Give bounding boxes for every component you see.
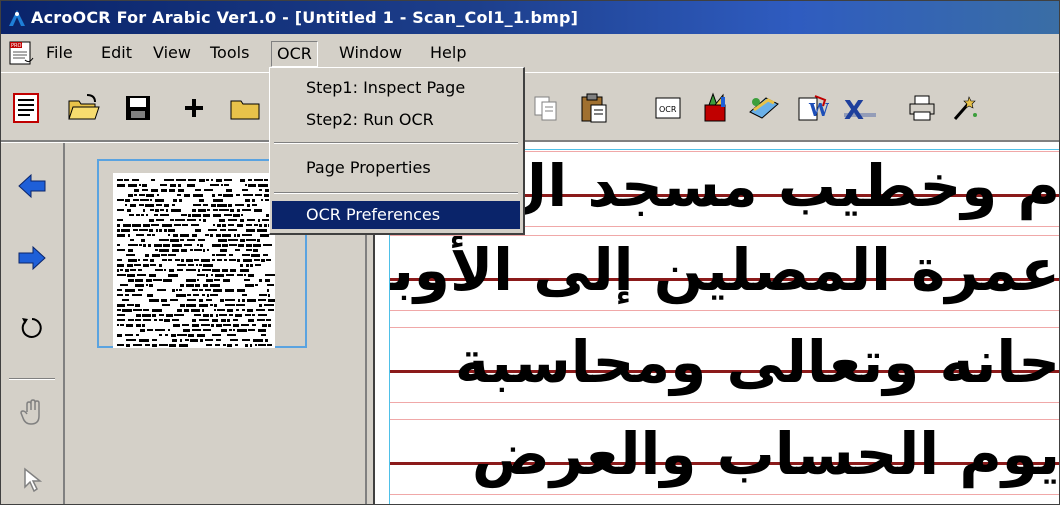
paint-button[interactable] <box>697 89 735 127</box>
add-button[interactable] <box>175 89 213 127</box>
menu-item-run-ocr[interactable]: Step2: Run OCR <box>272 106 520 134</box>
menu-item-page-properties[interactable]: Page Properties <box>272 154 520 182</box>
svg-text:X: X <box>844 96 864 123</box>
document-icon[interactable]: PRO <box>7 40 35 66</box>
open-button[interactable] <box>65 89 103 127</box>
text-line-box[interactable]: عمرة المصلين إلى الأوبة <box>389 235 1060 311</box>
menu-ocr[interactable]: OCR <box>271 41 318 67</box>
excel-export-icon: X <box>844 96 876 123</box>
arrow-left-icon <box>18 173 46 199</box>
text-line: م وخطيب مسجد ال <box>497 152 1060 220</box>
text-line: عمرة المصلين إلى الأوبة <box>389 236 1060 304</box>
save-icon <box>126 96 150 120</box>
text-line-box[interactable]: حانه وتعالى ومحاسبة <box>389 327 1060 403</box>
menu-item-inspect-page[interactable]: Step1: Inspect Page <box>272 74 520 102</box>
menu-item-ocr-preferences[interactable]: OCR Preferences <box>272 201 520 229</box>
open-folder-icon <box>68 94 100 120</box>
hand-icon <box>20 399 40 425</box>
rotate-icon <box>21 318 42 338</box>
word-export-button[interactable]: W <box>793 89 831 127</box>
text-line-box[interactable]: يوم الحساب والعرض <box>389 419 1060 495</box>
tool-strip-divider <box>9 378 55 380</box>
menu-help[interactable]: Help <box>425 41 471 65</box>
rotate-button[interactable] <box>13 309 51 347</box>
paste-button[interactable] <box>575 89 613 127</box>
magic-wand-icon <box>953 96 977 120</box>
pointer-icon <box>24 467 43 493</box>
excel-export-button[interactable]: X <box>841 89 879 127</box>
next-page-button[interactable] <box>13 239 51 277</box>
arrow-right-icon <box>18 245 46 271</box>
menu-separator <box>274 192 518 194</box>
scan-button[interactable] <box>745 89 783 127</box>
save-button[interactable] <box>119 89 157 127</box>
svg-text:PRO: PRO <box>11 43 21 49</box>
folder-icon <box>230 100 260 120</box>
copy-button[interactable] <box>527 89 565 127</box>
menu-window[interactable]: Window <box>334 41 407 65</box>
magic-wand-button[interactable] <box>945 89 983 127</box>
pointer-tool-button[interactable] <box>13 461 51 499</box>
menu-bar: PRO File Edit View Tools OCR Window Help <box>1 34 1059 72</box>
document-view-button[interactable] <box>7 89 45 127</box>
document-view-icon <box>13 93 39 123</box>
menu-edit[interactable]: Edit <box>96 41 137 65</box>
thumbnail-page-image <box>113 173 275 348</box>
paint-icon <box>704 92 726 122</box>
menu-tools[interactable]: Tools <box>205 41 254 65</box>
paste-icon <box>581 93 607 123</box>
ocr-dropdown-menu: Step1: Inspect Page Step2: Run OCR Page … <box>269 67 525 235</box>
title-bar[interactable]: AcroOCR For Arabic Ver1.0 - [Untitled 1 … <box>1 1 1059 34</box>
left-tool-strip <box>1 143 65 504</box>
svg-text:OCR: OCR <box>659 105 677 114</box>
previous-page-button[interactable] <box>13 167 51 205</box>
ocr-icon: OCR <box>655 97 681 119</box>
menu-view[interactable]: View <box>148 41 196 65</box>
scan-icon <box>749 97 779 119</box>
add-icon <box>185 99 203 117</box>
menu-separator <box>274 142 518 144</box>
folder-button[interactable] <box>229 89 263 127</box>
text-line: حانه وتعالى ومحاسبة <box>454 328 1060 396</box>
print-button[interactable] <box>903 89 941 127</box>
application-window: AcroOCR For Arabic Ver1.0 - [Untitled 1 … <box>0 0 1060 505</box>
menu-file[interactable]: File <box>41 41 78 65</box>
text-line: يوم الحساب والعرض <box>471 420 1060 488</box>
toolbar: OCR W X <box>1 72 1059 141</box>
print-icon <box>909 95 935 121</box>
copy-icon <box>534 96 557 121</box>
app-logo-icon <box>9 10 25 26</box>
svg-text:W: W <box>808 100 829 121</box>
hand-tool-button[interactable] <box>13 393 51 431</box>
window-title: AcroOCR For Arabic Ver1.0 - [Untitled 1 … <box>31 8 579 27</box>
word-export-icon: W <box>798 95 829 121</box>
ocr-button[interactable]: OCR <box>649 89 687 127</box>
